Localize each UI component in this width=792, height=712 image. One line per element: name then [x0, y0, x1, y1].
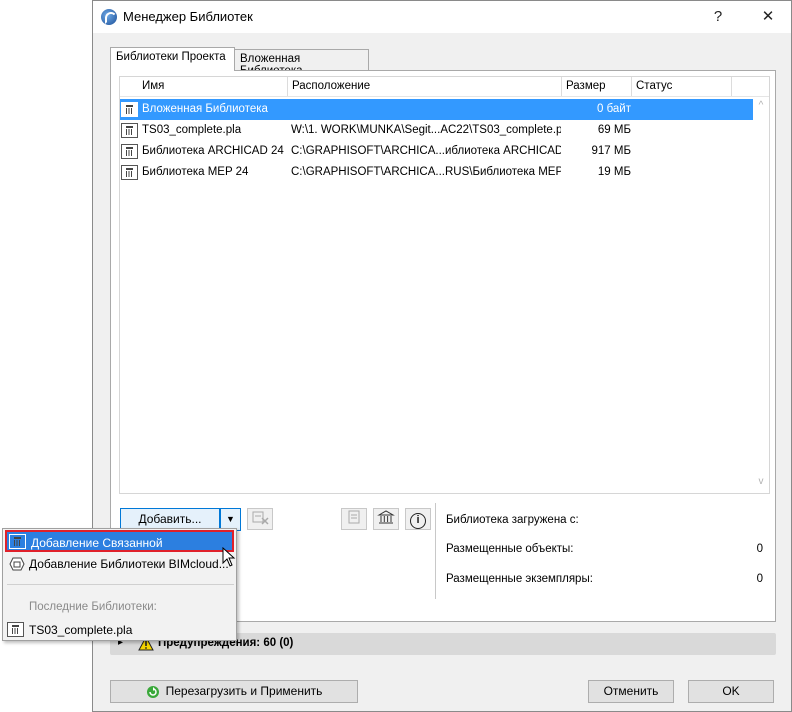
cancel-button[interactable]: Отменить: [588, 680, 674, 703]
row-name: TS03_complete.pla: [142, 124, 242, 136]
info-button[interactable]: i: [405, 508, 431, 530]
menu-item-add-bimcloud-library[interactable]: Добавление Библиотеки BIMcloud...: [5, 553, 234, 575]
refresh-icon: [146, 685, 159, 698]
window-title: Менеджер Библиотек: [123, 9, 253, 24]
library-list[interactable]: Имя Расположение Размер Статус Вложенная…: [119, 76, 770, 494]
placed-instances-value: 0: [756, 573, 763, 585]
table-row[interactable]: TS03_complete.pla W:\1. WORK\MUNKA\Segit…: [120, 120, 753, 141]
row-size: 0 байт: [596, 103, 631, 115]
close-button[interactable]: ✕: [758, 7, 778, 27]
embedded-library-icon: [121, 102, 138, 117]
info-icon: i: [410, 513, 426, 529]
linked-library-icon: [121, 123, 138, 138]
row-name: Вложенная Библиотека: [142, 103, 268, 115]
menu-separator: [7, 584, 234, 585]
row-location: W:\1. WORK\MUNKA\Segit...AC22\TS03_compl…: [291, 124, 561, 136]
menu-item-label: Добавление Библиотеки BIMcloud...: [29, 557, 229, 571]
menu-item-label: TS03_complete.pla: [29, 623, 133, 637]
tab-project-libraries[interactable]: Библиотеки Проекта: [110, 47, 235, 71]
reload-apply-label: Перезагрузить и Применить: [165, 684, 323, 698]
placed-objects-label: Размещенные объекты:: [446, 543, 574, 555]
row-size: 19 МБ: [597, 166, 631, 178]
library-properties-button[interactable]: [373, 508, 399, 530]
remove-library-button[interactable]: [247, 508, 273, 530]
placed-instances-label: Размещенные экземпляры:: [446, 573, 593, 585]
column-header-size[interactable]: Размер: [562, 77, 632, 96]
library-file-icon: [348, 510, 360, 524]
remove-library-icon: [252, 511, 269, 525]
ok-button[interactable]: OK: [688, 680, 774, 703]
column-header-name[interactable]: Имя: [138, 77, 288, 96]
row-size: 917 МБ: [591, 145, 631, 157]
panel-divider: [435, 503, 436, 599]
table-row[interactable]: Библиотека ARCHICAD 24 C:\GRAPHISOFT\ARC…: [120, 141, 753, 162]
tab-embedded-library[interactable]: Вложенная Библиотека: [234, 49, 369, 77]
scroll-down-icon[interactable]: v: [753, 475, 769, 489]
row-location: C:\GRAPHISOFT\ARCHICA...RUS\Библиотека M…: [291, 166, 561, 178]
row-name: Библиотека MEP 24: [142, 166, 249, 178]
header-divider: [120, 96, 769, 97]
column-header-location[interactable]: Расположение: [288, 77, 562, 96]
help-button[interactable]: ?: [708, 7, 728, 27]
row-size: 69 МБ: [597, 124, 631, 136]
row-name: Библиотека ARCHICAD 24: [142, 145, 284, 157]
library-building-icon: [377, 510, 395, 524]
reload-apply-button[interactable]: Перезагрузить и Применить: [110, 680, 358, 703]
linked-library-icon: [121, 165, 138, 180]
row-location: [291, 99, 561, 120]
table-row[interactable]: Вложенная Библиотека 0 байт: [120, 99, 753, 120]
row-location: C:\GRAPHISOFT\ARCHICA...иблиотека ARCHIC…: [291, 145, 561, 157]
column-header-status[interactable]: Статус: [632, 77, 732, 96]
scroll-up-icon[interactable]: ^: [753, 99, 769, 113]
archicad-app-icon: [101, 9, 117, 25]
bimcloud-library-icon: [9, 557, 25, 571]
table-scrollbar[interactable]: ^ v: [753, 97, 769, 493]
linked-library-icon: [121, 144, 138, 159]
recent-libraries-header: Последние Библиотеки:: [29, 601, 157, 613]
title-bar: Менеджер Библиотек ? ✕: [93, 1, 791, 33]
reload-library-button[interactable]: [341, 508, 367, 530]
mouse-cursor-icon: [222, 547, 236, 567]
linked-library-icon: [9, 534, 26, 549]
loaded-from-label: Библиотека загружена с:: [446, 514, 579, 526]
menu-item-recent-library[interactable]: TS03_complete.pla: [5, 619, 234, 641]
placed-objects-value: 0: [756, 543, 763, 555]
menu-item-add-linked-library[interactable]: Добавление Связанной Библиотеки...: [5, 530, 234, 572]
table-row[interactable]: Библиотека MEP 24 C:\GRAPHISOFT\ARCHICA.…: [120, 162, 753, 183]
add-dropdown-menu: Добавление Связанной Библиотеки... Добав…: [2, 528, 237, 641]
linked-library-icon: [7, 622, 24, 637]
